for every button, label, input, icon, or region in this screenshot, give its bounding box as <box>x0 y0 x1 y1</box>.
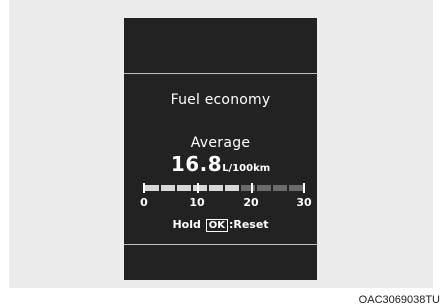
gauge-tick-mark <box>303 183 305 193</box>
gauge-tick-mark <box>251 183 253 193</box>
average-value: 16.8 <box>170 152 223 176</box>
gauge-segment-filled <box>145 185 159 191</box>
ok-button-icon: OK <box>205 219 228 232</box>
hold-text: Hold <box>172 218 201 231</box>
reset-text: :Reset <box>228 218 269 231</box>
gauge-segment-filled <box>225 185 239 191</box>
gauge-segment-empty <box>273 185 287 191</box>
fuel-economy-title: Fuel economy <box>170 92 271 108</box>
gauge-segment-empty <box>289 185 303 191</box>
tick-label-10: 10 <box>189 196 205 209</box>
tick-label-0: 0 <box>140 196 148 209</box>
gauge-segment-filled <box>177 185 191 191</box>
tick-label-30: 30 <box>296 196 312 209</box>
average-label: Average <box>190 135 251 151</box>
gauge-tick-mark <box>143 183 145 193</box>
bottom-divider <box>124 244 317 245</box>
image-code-caption: OAC3069038TU <box>358 294 440 306</box>
unit-label: L/100km <box>222 163 271 174</box>
average-value-row: 16.8L/100km <box>124 152 317 176</box>
top-divider <box>124 73 317 74</box>
gauge-tick-mark <box>197 183 199 193</box>
gauge-segment-empty <box>257 185 271 191</box>
cluster-display: Fuel economy Average 16.8L/100km 0 10 20… <box>124 18 317 280</box>
gauge-scale: 0 10 20 30 <box>124 196 317 210</box>
fuel-economy-gauge <box>143 183 305 193</box>
gauge-segment-filled <box>193 185 207 191</box>
gauge-segment-filled <box>209 185 223 191</box>
gauge-segment-filled <box>161 185 175 191</box>
reset-instruction: Hold OK:Reset <box>124 218 317 232</box>
tick-label-20: 20 <box>243 196 259 209</box>
